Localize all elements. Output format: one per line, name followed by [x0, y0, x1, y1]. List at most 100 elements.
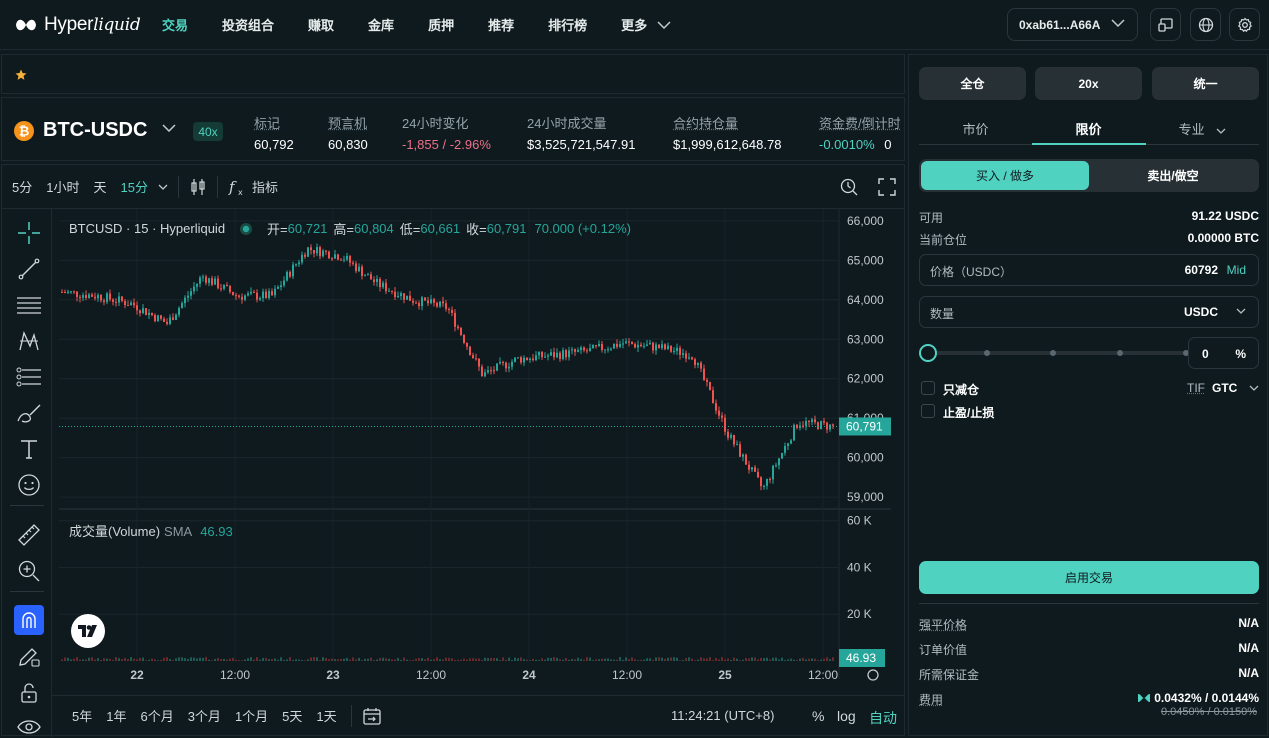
- trendline-tool[interactable]: [15, 255, 43, 283]
- leverage-button[interactable]: 20x: [1035, 67, 1142, 100]
- mid-button[interactable]: Mid: [1227, 263, 1246, 277]
- logo[interactable]: Hyperliquid: [14, 14, 144, 36]
- chevron-down-icon[interactable]: [158, 184, 168, 190]
- chevron-down-icon[interactable]: [1249, 385, 1259, 391]
- volume-bar: [586, 657, 588, 661]
- timeframe-1h[interactable]: 1小时: [46, 177, 79, 196]
- size-slider[interactable]: [919, 343, 1189, 363]
- emoji-tool[interactable]: [15, 471, 43, 499]
- volume-bar: [340, 659, 342, 661]
- star-icon[interactable]: [15, 69, 27, 81]
- fullscreen-icon[interactable]: [878, 178, 896, 196]
- candle-body: [412, 301, 414, 303]
- sell-short-button[interactable]: 卖出/做空: [1089, 161, 1257, 190]
- tpsl-checkbox[interactable]: [921, 404, 935, 418]
- margin-mode-button[interactable]: 全仓: [919, 67, 1026, 100]
- tab-limit[interactable]: 限价: [1032, 119, 1145, 138]
- visibility-tool[interactable]: [15, 713, 43, 738]
- globe-icon: [1198, 17, 1214, 33]
- indicators-icon[interactable]: fx: [228, 177, 246, 197]
- volume-bar: [373, 660, 375, 661]
- brush-tool[interactable]: [15, 399, 43, 427]
- magnet-tool[interactable]: [14, 605, 44, 635]
- buy-long-button[interactable]: 买入 / 做多: [921, 161, 1089, 190]
- volume-bar: [550, 658, 552, 661]
- candle-body: [118, 296, 120, 302]
- quantity-unit[interactable]: USDC: [1184, 305, 1218, 319]
- pattern-tool[interactable]: [15, 327, 43, 355]
- nav-leaderboard[interactable]: 排行榜: [548, 15, 587, 34]
- percent-input[interactable]: 0 %: [1188, 337, 1259, 369]
- range-1m[interactable]: 1个月: [235, 706, 268, 725]
- nav-vaults[interactable]: 金库: [368, 15, 394, 34]
- tradingview-logo[interactable]: [71, 614, 105, 648]
- auto-scale-toggle[interactable]: 自动: [869, 708, 897, 728]
- candle-body: [787, 444, 789, 446]
- quantity-input[interactable]: 数量 USDC: [919, 296, 1259, 328]
- crosshair-tool[interactable]: [15, 219, 43, 247]
- legend-change: 70.000 (+0.12%): [534, 221, 630, 236]
- candle-body: [82, 295, 84, 298]
- ruler-tool[interactable]: [15, 521, 43, 549]
- range-5d[interactable]: 5天: [282, 706, 302, 725]
- wallet-button[interactable]: 0xab61...A66A: [1007, 8, 1138, 41]
- chevron-down-icon[interactable]: [162, 124, 176, 132]
- volume-bar: [811, 658, 813, 661]
- reduce-only-checkbox[interactable]: [921, 381, 935, 395]
- time-zoom-icon[interactable]: [839, 177, 859, 197]
- timeframe-5m[interactable]: 5分: [12, 177, 32, 196]
- range-5y[interactable]: 5年: [72, 706, 92, 725]
- price-input[interactable]: 价格（USDC） 60792 Mid: [919, 254, 1259, 286]
- volume-bar: [718, 659, 720, 661]
- chart-area[interactable]: 66,00065,00064,00063,00062,00061,00060,0…: [59, 209, 891, 689]
- timeframe-1d[interactable]: 天: [93, 177, 106, 196]
- slider-handle[interactable]: [919, 344, 937, 362]
- pair-selector[interactable]: BTC-USDC: [43, 119, 147, 142]
- candle-body: [304, 255, 306, 257]
- log-scale-toggle[interactable]: log: [837, 708, 856, 724]
- candle-body: [748, 465, 750, 470]
- volume-bar: [391, 660, 393, 661]
- price-chart[interactable]: 66,00065,00064,00063,00062,00061,00060,0…: [59, 209, 891, 689]
- range-6m[interactable]: 6个月: [140, 706, 173, 725]
- nav-trade[interactable]: 交易: [162, 15, 188, 34]
- nav-staking[interactable]: 质押: [428, 15, 454, 34]
- goto-date-icon[interactable]: [362, 706, 382, 726]
- volume-bar: [580, 659, 582, 661]
- indicators-button[interactable]: 指标: [252, 177, 278, 196]
- candle-body: [565, 350, 567, 357]
- tab-pro[interactable]: 专业: [1146, 119, 1259, 138]
- volume-bar: [817, 660, 819, 661]
- device-button[interactable]: [1150, 8, 1181, 41]
- tab-market[interactable]: 市价: [919, 119, 1032, 138]
- range-3m[interactable]: 3个月: [188, 706, 221, 725]
- settings-button[interactable]: [1229, 8, 1260, 41]
- chevron-down-icon[interactable]: [1236, 308, 1246, 314]
- percent-scale-toggle[interactable]: %: [812, 708, 824, 724]
- lock-drawings-tool[interactable]: [15, 643, 43, 671]
- zoom-tool[interactable]: [15, 557, 43, 585]
- timeframe-15m[interactable]: 15分: [120, 177, 147, 196]
- candle-body: [445, 303, 447, 309]
- time-tick-label: 24: [522, 668, 536, 682]
- candle-body: [433, 299, 435, 303]
- enable-trading-button[interactable]: 启用交易: [919, 561, 1259, 594]
- horizontal-lines-tool[interactable]: [15, 291, 43, 319]
- language-button[interactable]: [1190, 8, 1221, 41]
- candlestick-icon[interactable]: [189, 177, 207, 197]
- tif-select[interactable]: GTC: [1212, 381, 1237, 395]
- lock-tool[interactable]: [15, 679, 43, 707]
- unified-button[interactable]: 统一: [1152, 67, 1259, 100]
- nav-portfolio[interactable]: 投资组合: [222, 15, 274, 34]
- candle-body: [238, 296, 240, 297]
- fib-tool[interactable]: [15, 363, 43, 391]
- range-1d[interactable]: 1天: [316, 706, 336, 725]
- volume-bar: [151, 659, 153, 661]
- crosshair-icon: [17, 221, 41, 245]
- nav-earn[interactable]: 赚取: [308, 15, 334, 34]
- range-1y[interactable]: 1年: [106, 706, 126, 725]
- clock[interactable]: 11:24:21 (UTC+8): [671, 708, 774, 723]
- text-tool[interactable]: [15, 435, 43, 463]
- nav-more[interactable]: 更多: [621, 15, 671, 34]
- nav-referrals[interactable]: 推荐: [488, 15, 514, 34]
